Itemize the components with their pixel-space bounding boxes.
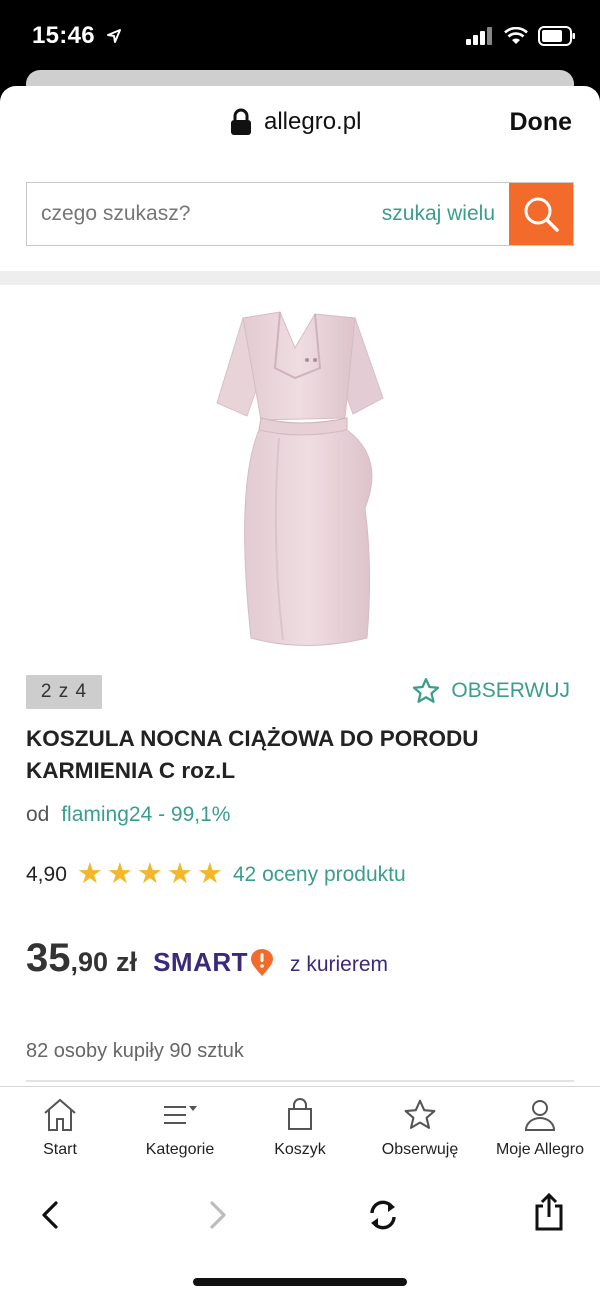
tab-label: Obserwuję bbox=[381, 1141, 459, 1158]
url-bar: allegro.pl Done bbox=[0, 86, 600, 158]
seller-link[interactable]: flaming24 - 99,1% bbox=[61, 803, 230, 826]
done-button[interactable]: Done bbox=[510, 108, 573, 137]
smart-badge: SMART bbox=[153, 947, 274, 978]
bottom-tab-bar: Start Kategorie Koszyk Obserwuję Moje Al… bbox=[0, 1086, 600, 1174]
search-input[interactable] bbox=[27, 183, 382, 245]
search-button[interactable] bbox=[509, 183, 573, 245]
home-indicator bbox=[193, 1278, 407, 1286]
rating-count-link[interactable]: 42 oceny produktu bbox=[233, 863, 406, 887]
browser-sheet: allegro.pl Done szukaj wielu bbox=[0, 86, 600, 1298]
cart-icon bbox=[288, 1098, 312, 1130]
time-text: 15:46 bbox=[32, 22, 95, 49]
status-bar: 15:46 bbox=[0, 0, 600, 72]
star-outline-icon bbox=[413, 678, 440, 703]
delivery-label: z kurierem bbox=[290, 953, 389, 976]
status-icons bbox=[466, 26, 576, 46]
price-decimal: ,90 bbox=[70, 947, 109, 977]
smart-label: SMART bbox=[153, 947, 248, 977]
divider bbox=[26, 1080, 574, 1082]
tab-label: Koszyk bbox=[274, 1141, 326, 1158]
price-currency: zł bbox=[116, 947, 138, 977]
product-title: KOSZULA NOCNA CIĄŻOWA DO PORODU KARMIENI… bbox=[26, 726, 479, 783]
star-outline-icon bbox=[404, 1099, 436, 1129]
seller-prefix: od bbox=[26, 803, 50, 826]
tab-obserwuje[interactable]: Obserwuję bbox=[360, 1087, 480, 1174]
refresh-icon[interactable] bbox=[366, 1198, 400, 1232]
battery-icon bbox=[538, 26, 575, 46]
star-filled-icon: ★ bbox=[166, 858, 193, 890]
back-arrow-icon[interactable] bbox=[38, 1200, 62, 1230]
section-divider bbox=[0, 271, 600, 285]
sold-count: 82 osoby kupiły 90 sztuk bbox=[26, 1040, 244, 1062]
tab-label: Moje Allegro bbox=[495, 1141, 585, 1158]
search-multiple-link[interactable]: szukaj wielu bbox=[382, 202, 509, 226]
observe-button[interactable]: OBSERWUJ bbox=[411, 676, 570, 706]
tab-label: Start bbox=[43, 1141, 77, 1158]
url-domain: allegro.pl bbox=[264, 108, 362, 135]
tab-koszyk[interactable]: Koszyk bbox=[240, 1087, 360, 1174]
tab-kategorie[interactable]: Kategorie bbox=[120, 1087, 240, 1174]
forward-arrow-icon[interactable] bbox=[206, 1200, 230, 1230]
home-icon bbox=[44, 1098, 76, 1131]
rating-stars: ★ ★ ★ ★ ★ bbox=[77, 860, 223, 889]
menu-icon bbox=[164, 1106, 197, 1124]
search-icon bbox=[524, 197, 559, 232]
tab-label: Kategorie bbox=[145, 1141, 215, 1158]
product-rating: 4,90 ★ ★ ★ ★ ★ 42 oceny produktu bbox=[26, 860, 406, 889]
seller-info: od flaming24 - 99,1% bbox=[26, 803, 230, 827]
product-image[interactable] bbox=[195, 308, 405, 658]
user-icon bbox=[524, 1100, 556, 1131]
smart-exclamation-icon bbox=[251, 948, 273, 976]
share-icon[interactable] bbox=[532, 1192, 566, 1232]
signal-icon bbox=[466, 27, 492, 45]
rating-value: 4,90 bbox=[26, 862, 67, 886]
price-row: 35 ,90 zł SMART z kurierem bbox=[26, 936, 388, 981]
wifi-icon bbox=[504, 27, 528, 44]
tab-moje-allegro[interactable]: Moje Allegro bbox=[480, 1087, 600, 1174]
url-display[interactable]: allegro.pl bbox=[230, 108, 361, 136]
observe-label: OBSERWUJ bbox=[451, 679, 570, 702]
price-integer: 35 bbox=[26, 936, 71, 980]
lock-icon bbox=[231, 108, 251, 135]
star-filled-icon: ★ bbox=[76, 858, 103, 890]
star-filled-icon: ★ bbox=[136, 858, 163, 890]
status-time: 15:46 bbox=[32, 22, 122, 50]
star-filled-icon: ★ bbox=[196, 858, 223, 890]
star-filled-icon: ★ bbox=[106, 858, 133, 890]
location-arrow-icon bbox=[106, 29, 121, 43]
search-bar: szukaj wielu bbox=[26, 182, 574, 246]
tab-start[interactable]: Start bbox=[0, 1087, 120, 1174]
gallery-counter: 2 z 4 bbox=[26, 675, 102, 709]
